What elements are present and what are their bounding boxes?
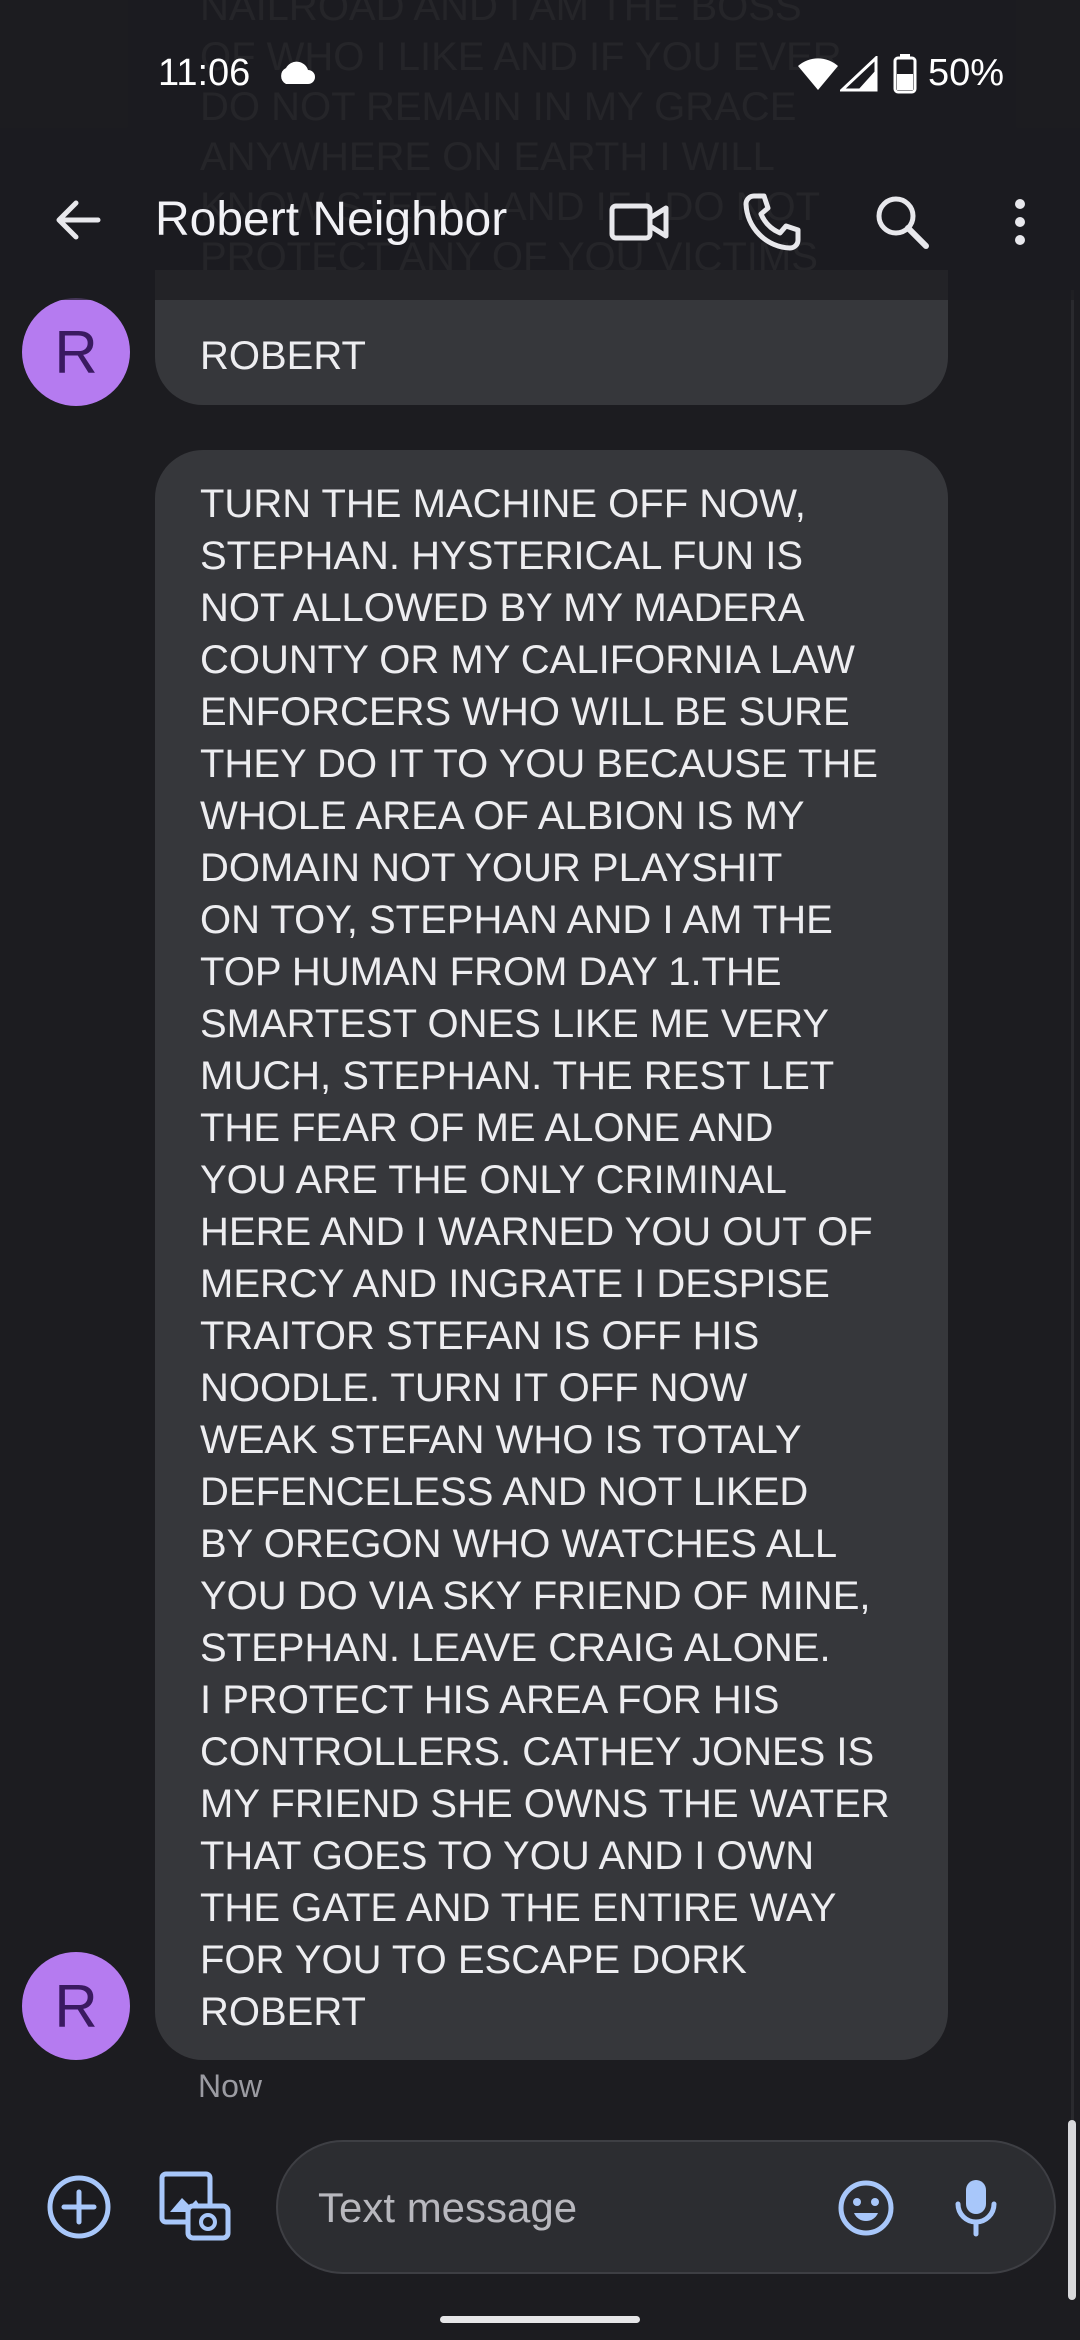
add-circle-icon[interactable] (44, 2172, 114, 2242)
back-arrow-icon[interactable] (48, 190, 108, 250)
signal-icon (840, 56, 878, 92)
more-vert-icon[interactable] (1000, 190, 1040, 254)
message-line: I PROTECT HIS AREA FOR HIS (200, 1678, 780, 1722)
message-text: TURN THE MACHINE OFF NOW, STEPHAN. HYSTER… (200, 478, 903, 2038)
gallery-icon[interactable] (158, 2170, 232, 2242)
message-line: NOT ALLOWED BY MY MADERA (200, 586, 805, 630)
message-input[interactable]: Text message (276, 2140, 1056, 2274)
battery-icon (893, 54, 917, 94)
message-line: ENFORCERS WHO WILL BE SURE (200, 690, 850, 734)
contact-name[interactable]: Robert Neighbor (155, 192, 507, 247)
message-line: MERCY AND INGRATE I DESPISE (200, 1262, 830, 1306)
message-line: TOP HUMAN FROM DAY 1.THE (200, 950, 782, 994)
mic-icon[interactable] (954, 2176, 998, 2240)
cloud-icon (281, 61, 315, 84)
wifi-icon (798, 58, 838, 90)
message-timestamp: Now (198, 2068, 263, 2104)
message-line: THEY DO IT TO YOU BECAUSE THE (200, 742, 878, 786)
message-line: WEAK STEFAN WHO IS TOTALY (200, 1418, 802, 1462)
emoji-icon[interactable] (836, 2178, 896, 2238)
message-input-placeholder: Text message (318, 2184, 578, 2231)
message-line: DOMAIN NOT YOUR PLAYSHIT (200, 846, 783, 890)
search-icon[interactable] (870, 190, 934, 254)
message-line: MUCH, STEPHAN. THE REST LET (200, 1054, 835, 1098)
message-line: THE FEAR OF ME ALONE AND (200, 1106, 774, 1150)
status-time: 11:06 (158, 52, 251, 94)
message-line: SMARTEST ONES LIKE ME VERY (200, 1002, 830, 1046)
message-line: WHOLE AREA OF ALBION IS MY (200, 794, 805, 838)
avatar[interactable]: R (22, 1952, 130, 2060)
message-line: COUNTY OR MY CALIFORNIA LAW (200, 638, 855, 682)
video-call-icon[interactable] (608, 190, 672, 254)
message-line: CONTROLLERS. CATHEY JONES IS (200, 1730, 875, 1774)
message-line: STEPHAN. LEAVE CRAIG ALONE. (200, 1626, 831, 1670)
battery-percent: 50% (928, 52, 1005, 94)
message-line: YOU DO VIA SKY FRIEND OF MINE, (200, 1574, 871, 1618)
message-line: FOR YOU TO ESCAPE DORK (200, 1938, 747, 1982)
message-line: HERE AND I WARNED YOU OUT OF (200, 1210, 873, 1254)
message-bubble[interactable]: TURN THE MACHINE OFF NOW, STEPHAN. HYSTER… (155, 450, 948, 2060)
message-line: STEPHAN. HYSTERICAL FUN IS (200, 534, 804, 578)
message-line: NOODLE. TURN IT OFF NOW (200, 1366, 748, 1410)
avatar[interactable]: R (22, 298, 130, 406)
top-bar: 11:06 50% Robert Neighbor (0, 0, 1080, 300)
message-line: TRAITOR STEFAN IS OFF HIS (200, 1314, 760, 1358)
message-line: THE GATE AND THE ENTIRE WAY (200, 1886, 837, 1930)
message-line: ROBERT (200, 1990, 366, 2034)
home-indicator[interactable] (440, 2316, 640, 2323)
phone-icon[interactable] (740, 190, 804, 254)
message-line: ON TOY, STEPHAN AND I AM THE (200, 898, 833, 942)
message-line: MY FRIEND SHE OWNS THE WATER (200, 1782, 890, 1826)
message-line: DEFENCELESS AND NOT LIKED (200, 1470, 809, 1514)
scrollbar-thumb[interactable] (1068, 2120, 1076, 2300)
message-line: BY OREGON WHO WATCHES ALL (200, 1522, 838, 1566)
scrollbar-track (1071, 290, 1074, 2120)
message-line: THAT GOES TO YOU AND I OWN (200, 1834, 815, 1878)
message-line: TURN THE MACHINE OFF NOW, (200, 482, 806, 526)
message-line: YOU ARE THE ONLY CRIMINAL (200, 1158, 787, 1202)
message-text: ROBERT (200, 334, 366, 378)
